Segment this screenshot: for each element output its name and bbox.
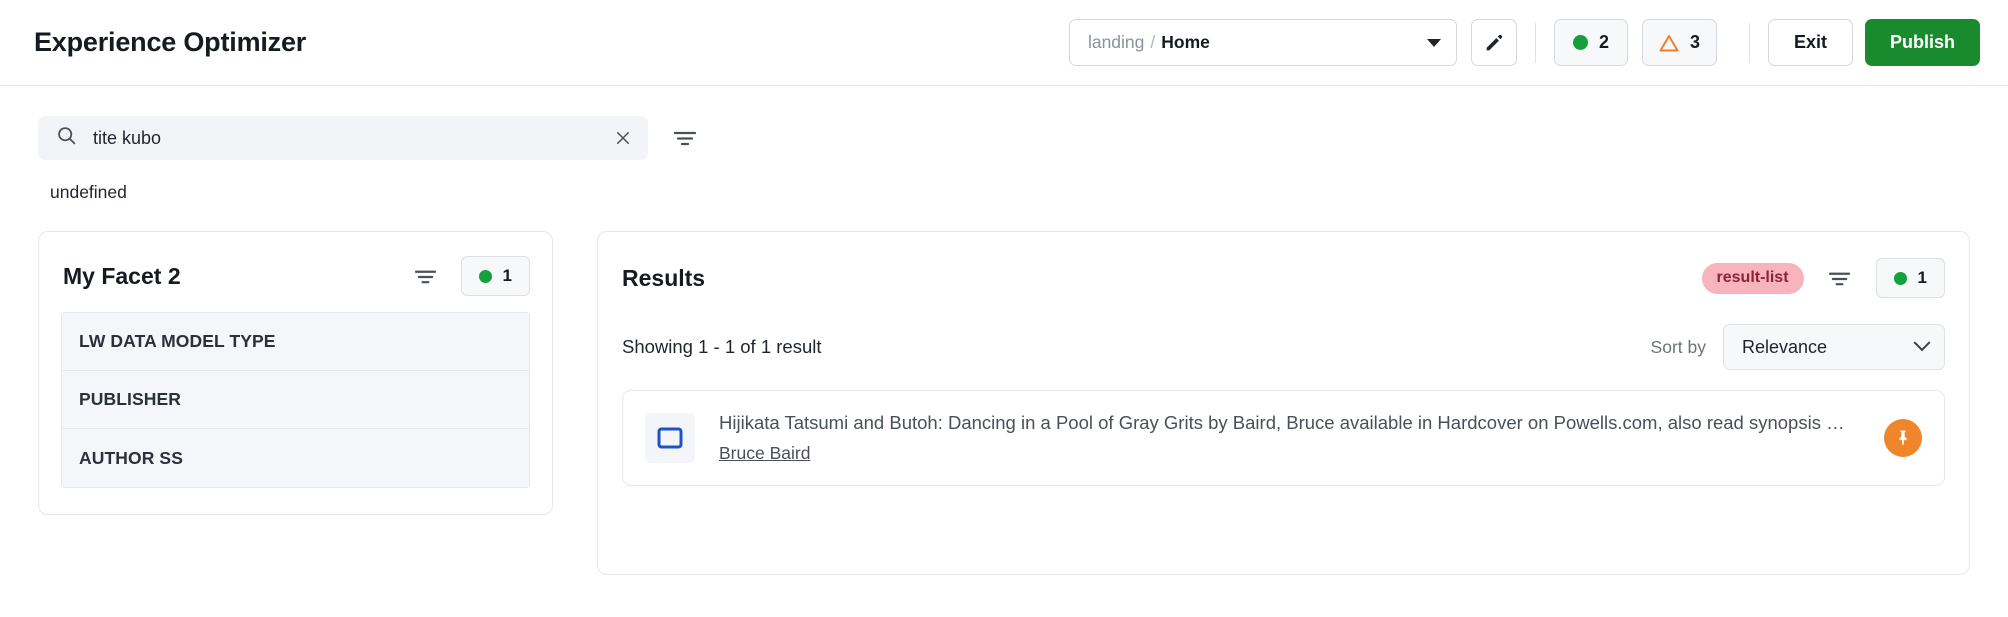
- list-item[interactable]: LW DATA MODEL TYPE: [62, 313, 529, 371]
- search-filter-icon[interactable]: [670, 123, 700, 153]
- exit-button[interactable]: Exit: [1767, 19, 1853, 66]
- filter-icon: [414, 270, 437, 283]
- filter-icon: [673, 131, 697, 146]
- facet-count-badge[interactable]: 1: [460, 256, 530, 296]
- top-header-bar: Experience Optimizer landing / Home 2 3 …: [0, 0, 2008, 86]
- facet-header: My Facet 2 1: [61, 256, 530, 296]
- pin-result-button[interactable]: [1884, 419, 1922, 457]
- facet-header-controls: 1: [411, 256, 530, 296]
- filter-icon: [1828, 272, 1851, 285]
- pushpin-icon: [1899, 430, 1907, 445]
- list-item[interactable]: AUTHOR SS: [62, 429, 529, 487]
- facet-title: My Facet 2: [63, 262, 181, 289]
- breadcrumb: landing / Home: [1088, 32, 1210, 53]
- status-message: undefined: [50, 182, 127, 202]
- header-divider-1: [1534, 22, 1536, 63]
- green-dot-icon: [478, 269, 492, 283]
- chevron-down-icon: [1913, 334, 1931, 352]
- sort-control: Sort by Relevance: [1651, 324, 1945, 370]
- breadcrumb-separator: /: [1150, 32, 1156, 52]
- breadcrumb-page-selector[interactable]: landing / Home: [1068, 19, 1457, 66]
- results-showing-text: Showing 1 - 1 of 1 result: [622, 336, 822, 357]
- search-box[interactable]: [38, 116, 648, 160]
- results-summary-row: Showing 1 - 1 of 1 result Sort by Releva…: [622, 324, 1945, 370]
- results-count-badge[interactable]: 1: [1875, 258, 1945, 298]
- search-icon: [56, 125, 77, 151]
- warning-triangle-icon: [1659, 34, 1679, 52]
- header-divider-2: [1748, 22, 1750, 63]
- sort-selected-value: Relevance: [1742, 336, 1828, 357]
- status-badge: result-list: [1701, 262, 1804, 294]
- facet-filter-icon[interactable]: [411, 261, 441, 291]
- status-warning-badge[interactable]: 3: [1641, 19, 1717, 66]
- results-count-value: 1: [1917, 268, 1927, 287]
- result-item[interactable]: Hijikata Tatsumi and Butoh: Dancing in a…: [622, 390, 1945, 486]
- facet-panel: My Facet 2 1 LW DATA MODEL TYPE PUBLISHE…: [38, 231, 553, 515]
- results-title: Results: [622, 264, 706, 291]
- facet-item-label: AUTHOR SS: [79, 447, 183, 468]
- chevron-down-icon: [1426, 38, 1441, 47]
- page-title: Experience Optimizer: [34, 27, 307, 57]
- result-title: Hijikata Tatsumi and Butoh: Dancing in a…: [719, 412, 1845, 433]
- facet-count-value: 1: [502, 266, 512, 285]
- status-warning-count: 3: [1689, 32, 1700, 52]
- results-panel: Results result-list 1 Showing 1 - 1 of 1…: [597, 231, 1970, 575]
- edit-page-button[interactable]: [1470, 19, 1517, 66]
- publish-button[interactable]: Publish: [1864, 19, 1980, 66]
- result-thumbnail: [645, 413, 695, 463]
- facet-list: LW DATA MODEL TYPE PUBLISHER AUTHOR SS: [61, 312, 530, 488]
- status-ok-count: 2: [1598, 32, 1609, 52]
- sort-select[interactable]: Relevance: [1723, 324, 1945, 370]
- green-dot-icon: [1572, 35, 1588, 50]
- sort-label: Sort by: [1650, 336, 1706, 357]
- list-item[interactable]: PUBLISHER: [62, 371, 529, 429]
- breadcrumb-parent: landing: [1087, 32, 1145, 52]
- green-dot-icon: [1893, 271, 1907, 285]
- results-header-controls: result-list 1: [1701, 258, 1945, 298]
- header-controls: landing / Home 2 3 Exit Publish: [1068, 19, 1980, 66]
- results-header: Results result-list 1: [622, 258, 1945, 298]
- search-input[interactable]: [93, 127, 596, 149]
- pencil-icon: [1486, 34, 1503, 50]
- facet-item-label: PUBLISHER: [79, 389, 182, 409]
- result-author-link[interactable]: Bruce Baird: [719, 443, 810, 464]
- facet-item-label: LW DATA MODEL TYPE: [79, 331, 276, 351]
- status-ok-badge[interactable]: 2: [1553, 19, 1628, 66]
- main-content: My Facet 2 1 LW DATA MODEL TYPE PUBLISHE…: [0, 203, 2008, 575]
- search-toolbar: [0, 86, 2008, 160]
- document-thumbnail-icon: [657, 427, 683, 449]
- result-content: Hijikata Tatsumi and Butoh: Dancing in a…: [719, 412, 1860, 464]
- close-icon[interactable]: [612, 127, 634, 149]
- breadcrumb-current: Home: [1161, 32, 1210, 52]
- results-filter-icon[interactable]: [1825, 263, 1855, 293]
